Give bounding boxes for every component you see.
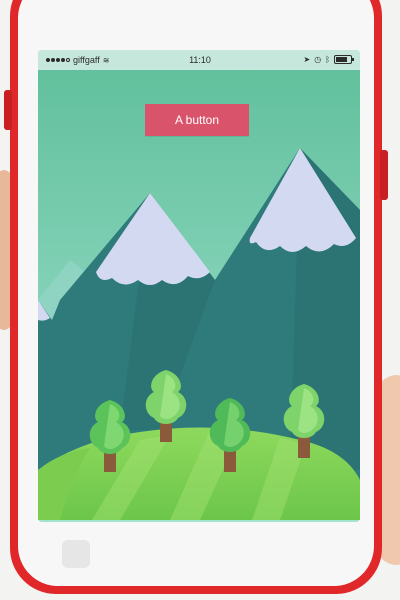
- battery-level: [336, 57, 347, 62]
- battery-icon: [334, 55, 354, 64]
- bluetooth-icon: ᛒ: [325, 55, 330, 64]
- location-icon: ➤: [303, 55, 311, 64]
- status-icons: ➤ ◷ ᛒ: [303, 55, 354, 64]
- alarm-icon: ◷: [314, 55, 322, 64]
- power-button: [380, 150, 388, 200]
- photo-scene: [0, 0, 400, 600]
- primary-button[interactable]: A button: [145, 104, 249, 136]
- status-bar: giffgaff ≋ 11:10 ➤ ◷ ᛒ: [42, 52, 358, 68]
- home-area: [62, 540, 90, 568]
- volume-button: [4, 90, 12, 130]
